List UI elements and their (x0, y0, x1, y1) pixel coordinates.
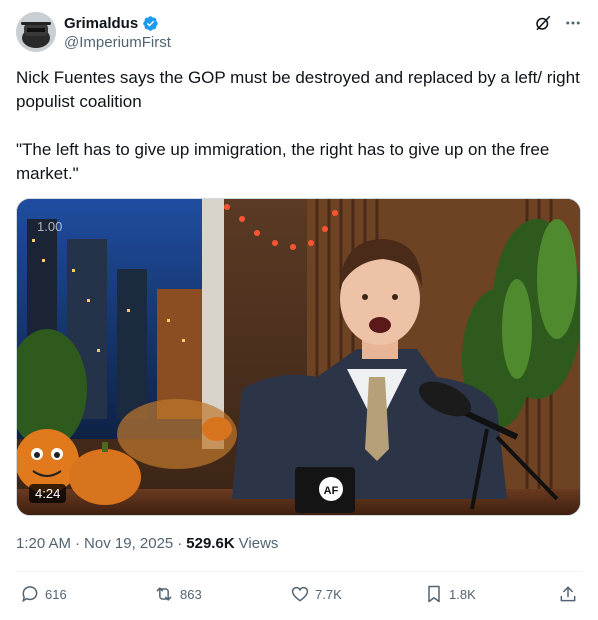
tweet-header: Grimaldus @ImperiumFirst (16, 12, 582, 54)
like-count: 7.7K (315, 586, 342, 602)
tweet-meta: 1:20 AM · Nov 19, 2025 · 529.6K Views (16, 535, 278, 552)
share-button[interactable] (558, 584, 578, 604)
meta-separator: · (75, 535, 81, 552)
bookmark-button[interactable]: 1.8K (424, 584, 476, 604)
tweet-date[interactable]: Nov 19, 2025 (84, 535, 173, 552)
video-thumbnail: AF (17, 199, 580, 515)
tweet-time[interactable]: 1:20 AM (16, 535, 71, 552)
views-label: Views (238, 535, 279, 552)
display-name[interactable]: Grimaldus (64, 15, 138, 32)
handle[interactable]: @ImperiumFirst (64, 34, 171, 51)
reply-icon (20, 584, 40, 604)
video-duration-badge: 4:24 (29, 484, 67, 503)
share-icon (558, 584, 578, 604)
grok-icon[interactable] (534, 14, 552, 32)
bookmark-count: 1.8K (449, 586, 476, 602)
tweet-text: Nick Fuentes says the GOP must be destro… (16, 66, 582, 186)
action-bar: 616 863 7.7K 1.8K (16, 584, 582, 610)
views-count: 529.6K (186, 535, 235, 552)
repost-count: 863 (180, 586, 202, 602)
bookmark-icon (424, 584, 444, 604)
verified-badge-icon (142, 15, 159, 32)
like-button[interactable]: 7.7K (290, 584, 342, 604)
divider (16, 571, 582, 572)
avatar[interactable] (16, 12, 56, 52)
tweet-paragraph: Nick Fuentes says the GOP must be destro… (16, 68, 580, 111)
heart-icon (290, 584, 310, 604)
video-player[interactable]: AF 1.00 4:24 (16, 198, 581, 516)
tweet-quote: "The left has to give up immigration, th… (16, 140, 550, 183)
repost-button[interactable]: 863 (153, 584, 202, 604)
repost-icon (153, 584, 175, 604)
playback-speed-label: 1.00 (37, 219, 63, 234)
reply-button[interactable]: 616 (20, 584, 67, 604)
meta-separator: · (177, 535, 183, 552)
reply-count: 616 (45, 586, 67, 602)
more-icon[interactable] (564, 14, 582, 32)
mug-logo: AF (324, 485, 339, 497)
